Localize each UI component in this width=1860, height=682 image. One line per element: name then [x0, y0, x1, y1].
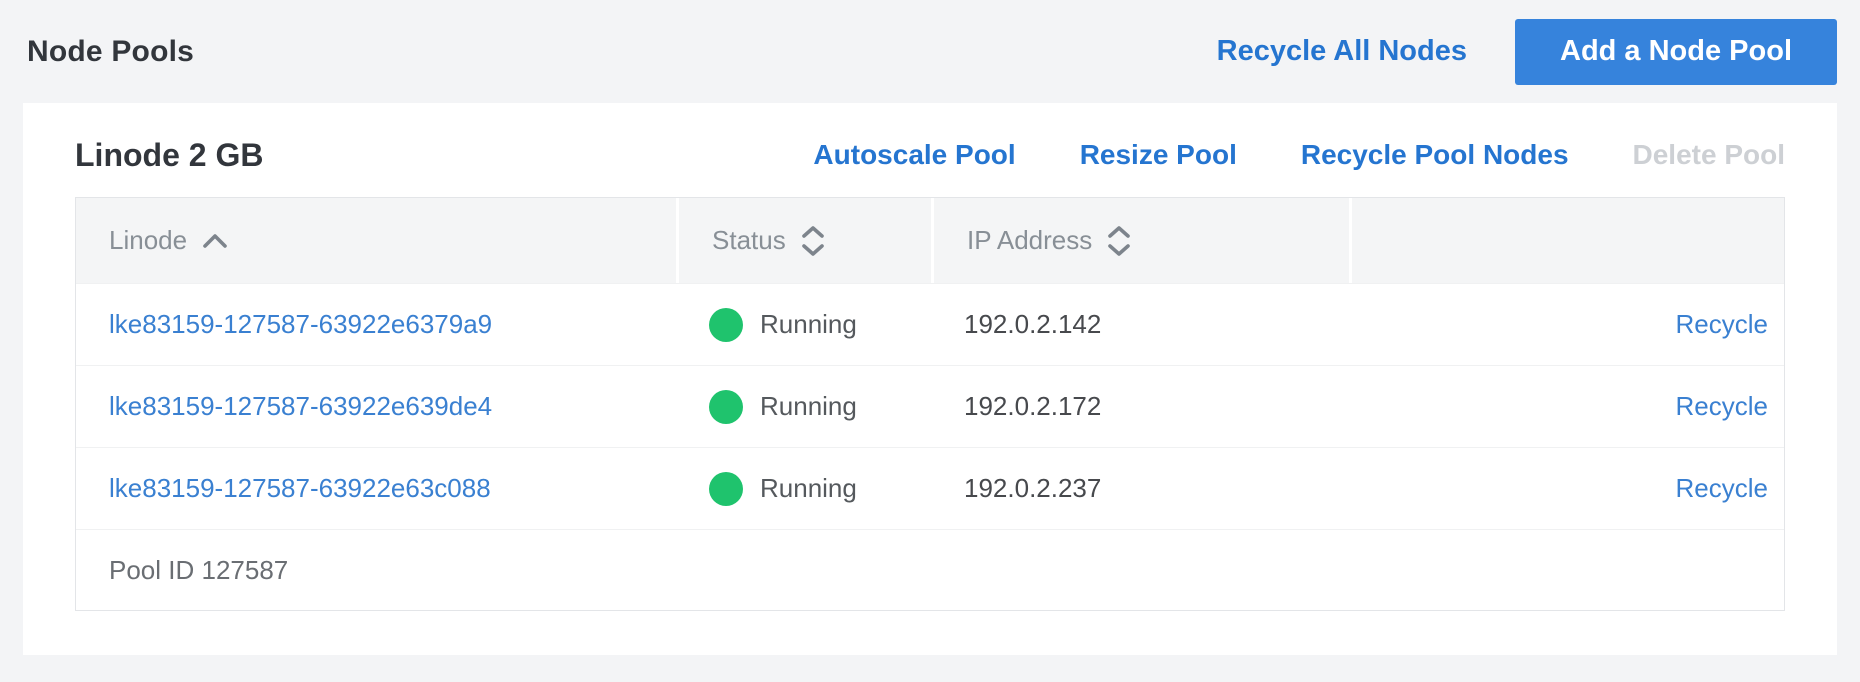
- column-label: Linode: [109, 225, 187, 256]
- status-cell: Running: [676, 448, 931, 529]
- ip-address: 192.0.2.237: [964, 473, 1101, 504]
- ip-address: 192.0.2.142: [964, 309, 1101, 340]
- table-header-row: Linode Status: [76, 198, 1784, 283]
- recycle-node-link[interactable]: Recycle: [1676, 391, 1768, 422]
- linode-link[interactable]: lke83159-127587-63922e639de4: [109, 391, 492, 422]
- linode-link[interactable]: lke83159-127587-63922e63c088: [109, 473, 491, 504]
- recycle-pool-nodes-link[interactable]: Recycle Pool Nodes: [1301, 139, 1569, 171]
- pool-id-label: Pool ID 127587: [109, 555, 288, 586]
- linode-cell: lke83159-127587-63922e6379a9: [76, 284, 676, 365]
- node-pool-card: Linode 2 GB Autoscale Pool Resize Pool R…: [23, 103, 1837, 655]
- ip-address: 192.0.2.172: [964, 391, 1101, 422]
- status-running-icon: [709, 308, 743, 342]
- linode-link[interactable]: lke83159-127587-63922e6379a9: [109, 309, 492, 340]
- topbar-actions: Recycle All Nodes Add a Node Pool: [1217, 19, 1837, 85]
- column-header-ip-address[interactable]: IP Address: [931, 198, 1349, 283]
- actions-cell: Recycle: [1349, 448, 1784, 529]
- ip-cell: 192.0.2.237: [931, 448, 1349, 529]
- status-label: Running: [760, 309, 857, 340]
- page-title: Node Pools: [27, 35, 194, 69]
- status-running-icon: [709, 390, 743, 424]
- sort-ascending-icon: [201, 232, 229, 250]
- sort-icon: [1106, 224, 1132, 258]
- ip-cell: 192.0.2.172: [931, 366, 1349, 447]
- column-header-linode[interactable]: Linode: [76, 198, 676, 283]
- pool-actions: Autoscale Pool Resize Pool Recycle Pool …: [813, 139, 1785, 171]
- status-label: Running: [760, 391, 857, 422]
- node-pools-page: Node Pools Recycle All Nodes Add a Node …: [0, 0, 1860, 682]
- resize-pool-link[interactable]: Resize Pool: [1080, 139, 1237, 171]
- pool-title: Linode 2 GB: [75, 137, 263, 174]
- status-label: Running: [760, 473, 857, 504]
- table-row: lke83159-127587-63922e639de4 Running 192…: [76, 365, 1784, 447]
- table-footer-row: Pool ID 127587: [76, 529, 1784, 610]
- pool-card-header: Linode 2 GB Autoscale Pool Resize Pool R…: [75, 103, 1785, 193]
- linode-cell: lke83159-127587-63922e63c088: [76, 448, 676, 529]
- actions-cell: Recycle: [1349, 366, 1784, 447]
- status-running-icon: [709, 472, 743, 506]
- recycle-node-link[interactable]: Recycle: [1676, 473, 1768, 504]
- delete-pool-link: Delete Pool: [1633, 139, 1785, 171]
- column-label: IP Address: [967, 225, 1092, 256]
- table-row: lke83159-127587-63922e63c088 Running 192…: [76, 447, 1784, 529]
- add-node-pool-button[interactable]: Add a Node Pool: [1515, 19, 1837, 85]
- column-header-actions: [1349, 198, 1784, 283]
- topbar: Node Pools Recycle All Nodes Add a Node …: [0, 0, 1860, 103]
- recycle-node-link[interactable]: Recycle: [1676, 309, 1768, 340]
- column-label: Status: [712, 225, 786, 256]
- ip-cell: 192.0.2.142: [931, 284, 1349, 365]
- linode-cell: lke83159-127587-63922e639de4: [76, 366, 676, 447]
- recycle-all-nodes-link[interactable]: Recycle All Nodes: [1217, 35, 1467, 68]
- sort-icon: [800, 224, 826, 258]
- column-header-status[interactable]: Status: [676, 198, 931, 283]
- autoscale-pool-link[interactable]: Autoscale Pool: [813, 139, 1015, 171]
- status-cell: Running: [676, 284, 931, 365]
- table-row: lke83159-127587-63922e6379a9 Running 192…: [76, 283, 1784, 365]
- nodes-table: Linode Status: [75, 197, 1785, 611]
- status-cell: Running: [676, 366, 931, 447]
- actions-cell: Recycle: [1349, 284, 1784, 365]
